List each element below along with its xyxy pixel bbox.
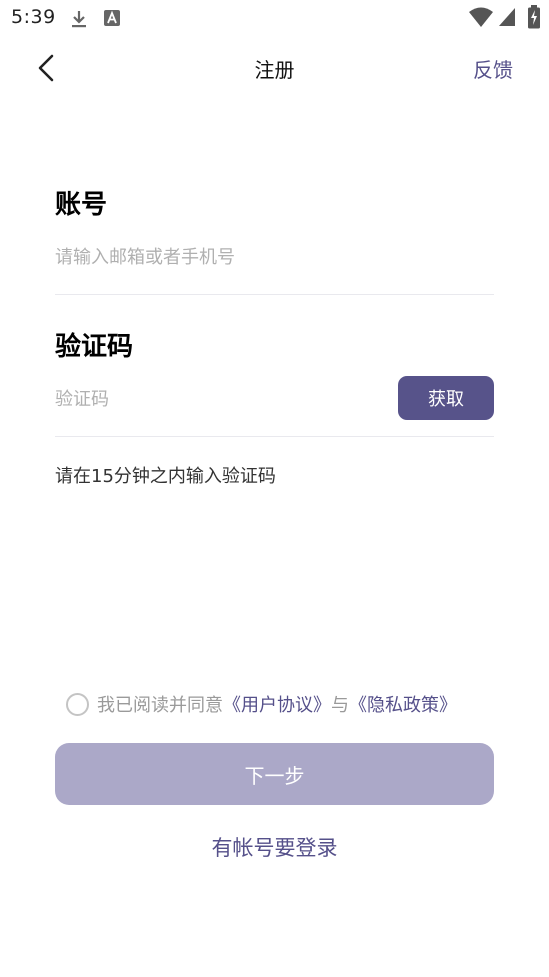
- wifi-icon: [468, 6, 494, 32]
- verification-hint: 请在15分钟之内输入验证码: [55, 466, 276, 487]
- account-input[interactable]: [55, 237, 494, 277]
- status-bar: 5:39: [0, 0, 549, 36]
- account-divider: [55, 294, 494, 295]
- user-agreement-link[interactable]: 《用户协议》: [223, 691, 331, 717]
- cellular-signal-icon: [498, 7, 516, 31]
- text-a-icon: [102, 8, 122, 32]
- nav-bar: 注册 反馈: [0, 40, 549, 96]
- status-time: 5:39: [11, 6, 56, 28]
- next-step-button[interactable]: 下一步: [55, 743, 494, 805]
- download-icon: [68, 8, 90, 34]
- verification-divider: [55, 436, 494, 437]
- agree-checkbox[interactable]: [66, 692, 89, 716]
- agreement-conjunction: 与: [331, 695, 349, 716]
- login-link[interactable]: 有帐号要登录: [0, 832, 549, 862]
- page-title: 注册: [254, 58, 295, 82]
- verification-code-input[interactable]: [55, 379, 385, 419]
- privacy-policy-link[interactable]: 《隐私政策》: [349, 691, 457, 717]
- agreement-row: 我已阅读并同意 《用户协议》 与 《隐私政策》: [66, 690, 457, 718]
- agreement-prefix: 我已阅读并同意: [97, 695, 223, 716]
- verification-label: 验证码: [55, 332, 134, 362]
- battery-charging-icon: [527, 5, 541, 33]
- account-label: 账号: [55, 190, 108, 220]
- feedback-link[interactable]: 反馈: [473, 54, 513, 83]
- get-code-button[interactable]: 获取: [398, 376, 494, 420]
